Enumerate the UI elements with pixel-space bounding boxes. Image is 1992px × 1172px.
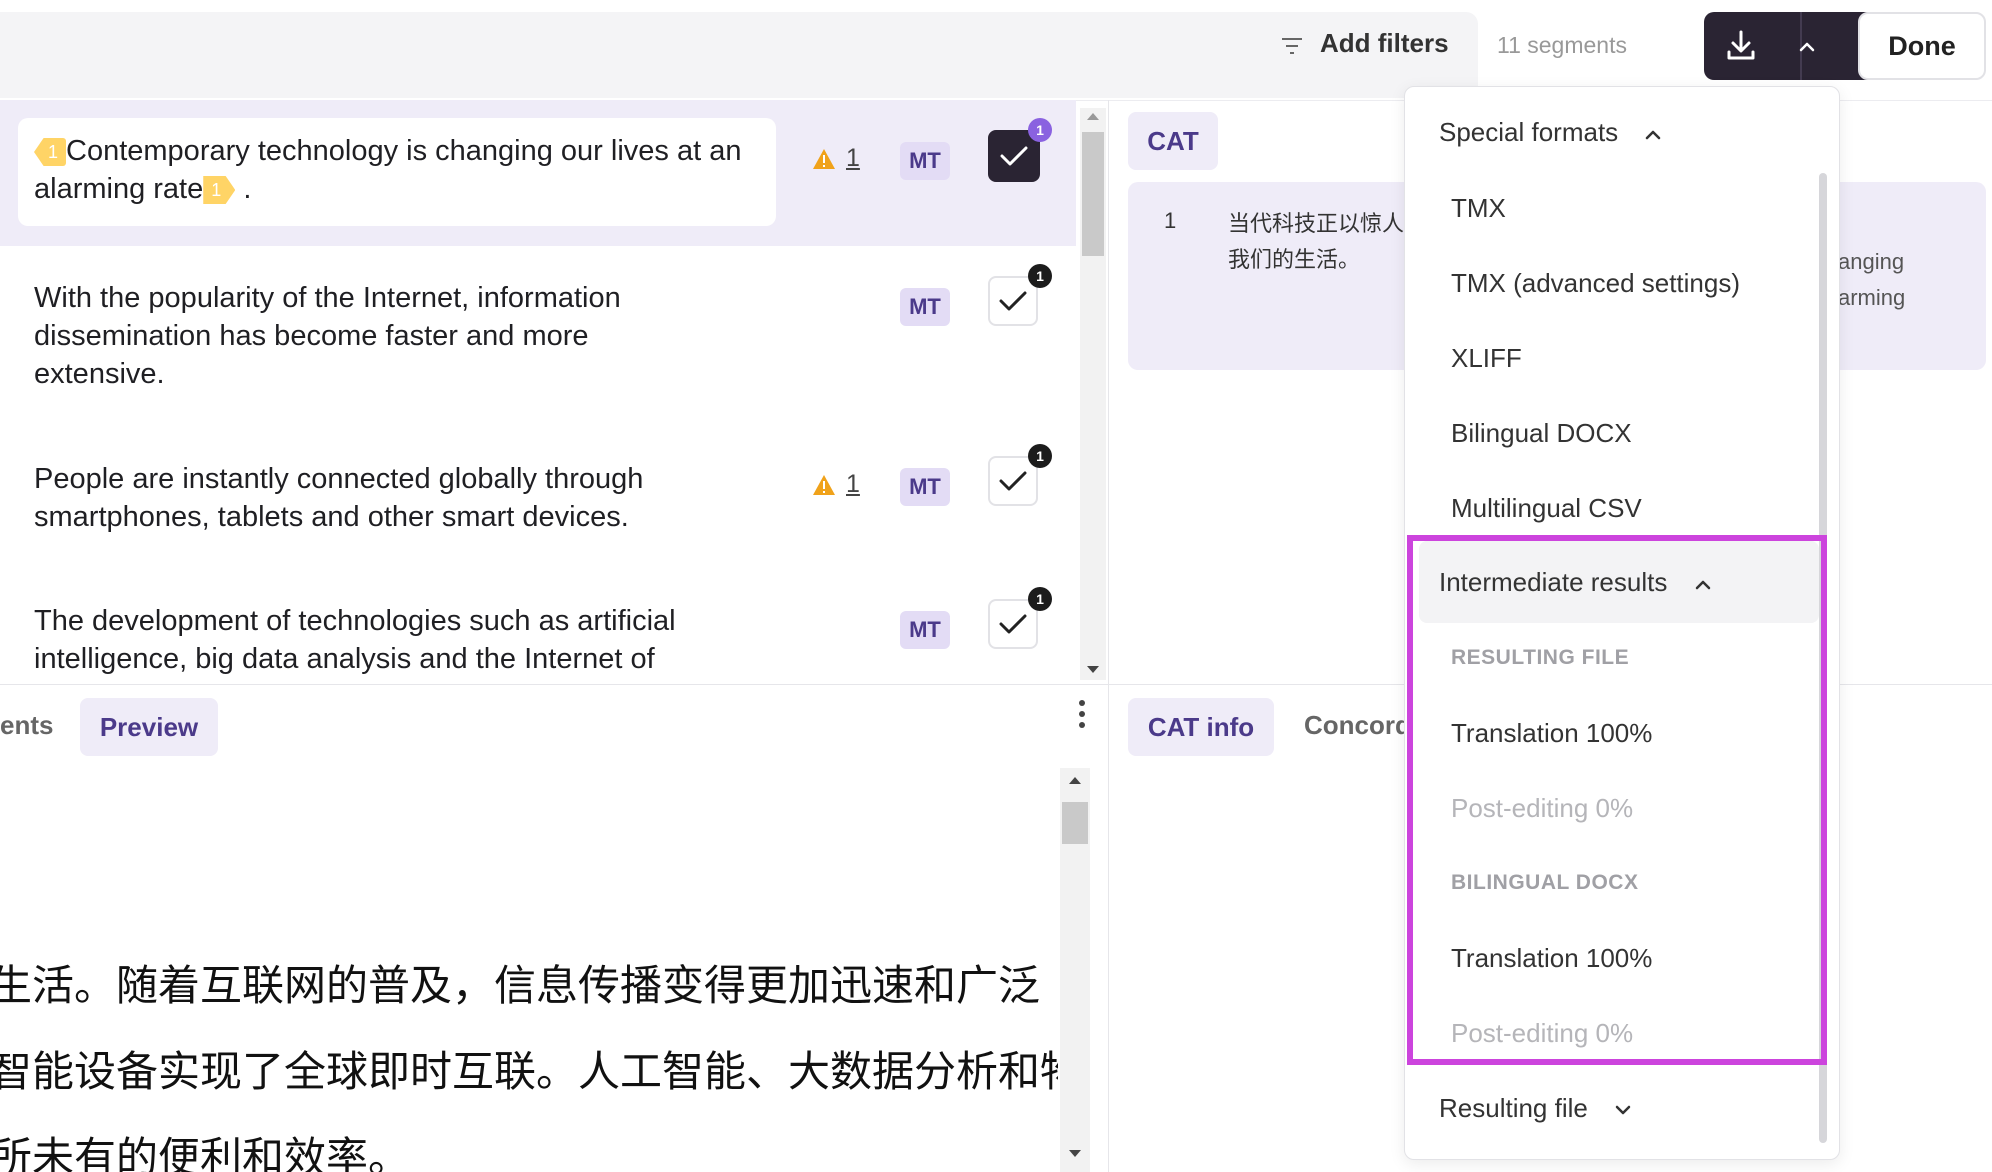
scroll-up-arrow-icon[interactable] (1086, 110, 1100, 122)
chevron-up-icon[interactable] (1792, 32, 1822, 62)
warning-count[interactable]: 1 (846, 144, 860, 173)
mt-badge: MT (900, 611, 950, 649)
menu-item-xliff[interactable]: XLIFF (1451, 343, 1839, 374)
menu-group-label: Special formats (1439, 117, 1619, 147)
cat-match-source-line: 当代科技正以惊人 (1228, 211, 1405, 236)
cat-match-target-line: anging (1838, 249, 1905, 274)
segment-source-text[interactable]: The development of technologies such as … (34, 602, 774, 678)
tab-comments[interactable]: ents (0, 710, 53, 741)
mt-badge: MT (900, 288, 950, 326)
check-icon (999, 614, 1027, 634)
tag-open[interactable]: 1 (34, 138, 67, 166)
download-icon[interactable] (1721, 26, 1761, 66)
segment-text: Contemporary technology is changing our … (34, 135, 742, 205)
cat-match-source: 当代科技正以惊人 我们的生活。 (1228, 206, 1418, 278)
tab-preview[interactable]: Preview (80, 698, 218, 756)
preview-line: 生活。随着互联网的普及，信息传播变得更加迅速和广泛 (0, 961, 1041, 1010)
segment-source-text[interactable]: 1 Contemporary technology is changing our… (34, 132, 754, 208)
done-button[interactable]: Done (1858, 12, 1986, 80)
check-icon (999, 291, 1027, 311)
menu-group-resulting-file[interactable]: Resulting file (1439, 1093, 1839, 1124)
menu-item-multilingual-csv[interactable]: Multilingual CSV (1451, 493, 1839, 524)
segment-count: 11 segments (1497, 32, 1627, 58)
menu-item-bilingual-docx[interactable]: Bilingual DOCX (1451, 418, 1839, 449)
preview-line: 智能设备实现了全球即时互联。人工智能、大数据分析和物 (0, 1047, 1058, 1096)
mt-badge: MT (900, 468, 950, 506)
menu-group-label: Resulting file (1439, 1093, 1588, 1123)
cat-match-target: anging arming (1838, 244, 1905, 316)
chevron-up-icon (1646, 130, 1661, 140)
confirm-count-badge: 1 (1028, 118, 1052, 142)
segment-text-tail: . (235, 173, 252, 205)
menu-item-tmx-advanced[interactable]: TMX (advanced settings) (1451, 268, 1839, 299)
scroll-down-arrow-icon[interactable] (1068, 1148, 1082, 1160)
scrollbar-thumb[interactable] (1082, 132, 1104, 256)
check-icon (999, 471, 1027, 491)
check-icon (1000, 146, 1028, 166)
panel-splitter-vertical[interactable] (1108, 100, 1109, 1172)
warning-icon[interactable] (812, 474, 836, 496)
scroll-up-arrow-icon[interactable] (1068, 774, 1082, 786)
tag-close[interactable]: 1 (203, 176, 236, 204)
vertical-ellipsis-icon[interactable] (1074, 698, 1090, 730)
tab-cat[interactable]: CAT (1128, 112, 1218, 170)
confirm-count-badge: 1 (1028, 264, 1052, 288)
preview-content: 生活。随着互联网的普及，信息传播变得更加迅速和广泛 智能设备实现了全球即时互联。… (0, 940, 1058, 1172)
filter-lines-icon[interactable] (1280, 36, 1304, 56)
cat-match-source-line: 我们的生活。 (1228, 247, 1361, 272)
cat-match-number: 1 (1164, 208, 1177, 233)
chevron-down-icon (1615, 1105, 1631, 1115)
warning-icon[interactable] (812, 148, 836, 170)
tab-cat-info[interactable]: CAT info (1128, 698, 1274, 756)
segment-source-text[interactable]: With the popularity of the Internet, inf… (34, 279, 674, 393)
confirm-count-badge: 1 (1028, 444, 1052, 468)
selection-highlight-box (1407, 535, 1827, 1065)
tab-concordance[interactable]: Concord (1304, 710, 1411, 741)
cat-match-target-line: arming (1838, 285, 1906, 310)
add-filters-button[interactable]: Add filters (1320, 28, 1449, 59)
segment-source-text[interactable]: People are instantly connected globally … (34, 460, 734, 536)
scrollbar-thumb[interactable] (1062, 802, 1088, 844)
warning-count[interactable]: 1 (846, 470, 860, 499)
menu-item-tmx[interactable]: TMX (1451, 193, 1839, 224)
preview-line: 所未有的便利和效率。 (0, 1133, 411, 1172)
scroll-down-arrow-icon[interactable] (1086, 664, 1100, 676)
mt-badge: MT (900, 142, 950, 180)
confirm-count-badge: 1 (1028, 587, 1052, 611)
menu-group-special-formats[interactable]: Special formats (1439, 117, 1839, 148)
toolbar (0, 12, 1478, 98)
